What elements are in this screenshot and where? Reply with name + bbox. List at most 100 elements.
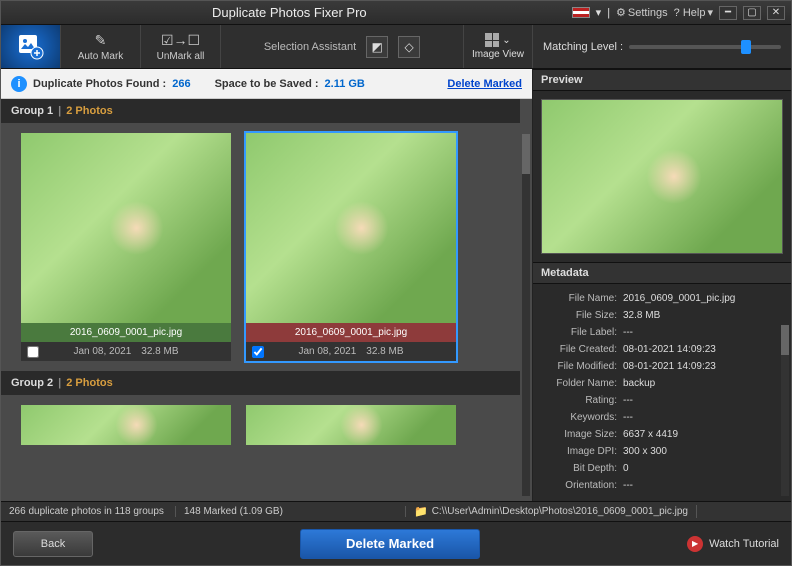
delete-marked-button[interactable]: Delete Marked xyxy=(300,529,480,559)
gear-icon: ⚙ xyxy=(616,6,626,19)
metadata-value: backup xyxy=(623,378,655,389)
metadata-value: 0 xyxy=(623,463,629,474)
metadata-key: Keywords: xyxy=(543,412,623,423)
maximize-button[interactable]: ▢ xyxy=(743,6,761,20)
metadata-row: Image Size:6637 x 4419 xyxy=(543,426,781,443)
metadata-key: Rating: xyxy=(543,395,623,406)
space-value: 2.11 GB xyxy=(325,78,365,90)
matching-level-area: Matching Level : xyxy=(533,25,791,68)
metadata-value: 32.8 MB xyxy=(623,310,660,321)
tutorial-label: Watch Tutorial xyxy=(709,538,779,550)
vertical-scrollbar[interactable] xyxy=(522,134,530,496)
metadata-key: File Name: xyxy=(543,293,623,304)
photo-size: 32.8 MB xyxy=(366,346,403,357)
metadata-header: Metadata xyxy=(533,262,791,284)
metadata-key: Orientation: xyxy=(543,480,623,491)
group-count: 2 Photos xyxy=(66,105,112,117)
found-count: 266 xyxy=(172,78,190,90)
photo-thumbnail[interactable] xyxy=(246,133,456,323)
separator: | xyxy=(607,7,610,19)
toolbar: ✎ Auto Mark ☑→☐ UnMark all Selection Ass… xyxy=(1,25,791,69)
close-button[interactable]: ✕ xyxy=(767,6,785,20)
matching-level-slider[interactable] xyxy=(629,45,781,49)
filename-label: 2016_0609_0001_pic.jpg xyxy=(246,323,456,342)
app-logo-icon xyxy=(1,25,61,68)
metadata-value: --- xyxy=(623,395,633,406)
metadata-scrollbar[interactable] xyxy=(781,325,789,496)
photo-row xyxy=(1,395,520,455)
photo-thumbnail[interactable] xyxy=(21,133,231,323)
group-header-2: Group 2 | 2 Photos xyxy=(1,371,520,395)
scrollbar-thumb[interactable] xyxy=(522,134,530,174)
photo-card[interactable] xyxy=(21,405,231,445)
metadata-value: --- xyxy=(623,327,633,338)
folder-icon: 📁 xyxy=(414,505,428,518)
status-path-text: C:\\User\Admin\Desktop\Photos\2016_0609_… xyxy=(432,506,688,517)
metadata-row: File Label:--- xyxy=(543,324,781,341)
delete-marked-link[interactable]: Delete Marked xyxy=(447,78,522,90)
photo-card[interactable]: 2016_0609_0001_pic.jpg Jan 08, 2021 32.8… xyxy=(246,133,456,361)
photo-thumbnail[interactable] xyxy=(21,405,231,445)
metadata-key: Folder Name: xyxy=(543,378,623,389)
play-icon: ▶ xyxy=(687,536,703,552)
status-summary: 266 duplicate photos in 118 groups xyxy=(1,506,176,517)
metadata-value: --- xyxy=(623,480,633,491)
status-path: 📁 C:\\User\Admin\Desktop\Photos\2016_060… xyxy=(406,505,697,518)
metadata-key: Image DPI: xyxy=(543,446,623,457)
metadata-value: 300 x 300 xyxy=(623,446,667,457)
metadata-row: Rating:--- xyxy=(543,392,781,409)
selection-mode-2-button[interactable]: ◇ xyxy=(398,36,420,58)
mark-checkbox[interactable] xyxy=(252,346,264,358)
metadata-value: --- xyxy=(623,412,633,423)
photo-info-bar: Jan 08, 2021 32.8 MB xyxy=(246,342,456,361)
image-view-button[interactable]: ⌄ Image View xyxy=(463,25,533,68)
flag-dropdown-icon[interactable]: ▾ xyxy=(596,6,602,19)
group-title: Group 1 xyxy=(11,105,53,117)
metadata-value: 2016_0609_0001_pic.jpg xyxy=(623,293,735,304)
metadata-key: File Size: xyxy=(543,310,623,321)
bottom-bar: Back Delete Marked ▶ Watch Tutorial xyxy=(1,521,791,565)
metadata-key: File Modified: xyxy=(543,361,623,372)
minimize-button[interactable]: ━ xyxy=(719,6,737,20)
app-title: Duplicate Photos Fixer Pro xyxy=(7,5,572,20)
language-flag-icon[interactable] xyxy=(572,7,590,18)
space-label: Space to be Saved : xyxy=(215,78,319,90)
metadata-value: 08-01-2021 14:09:23 xyxy=(623,361,716,372)
filename-label: 2016_0609_0001_pic.jpg xyxy=(21,323,231,342)
matching-level-label: Matching Level : xyxy=(543,41,623,53)
slider-thumb[interactable] xyxy=(741,40,751,54)
mark-checkbox[interactable] xyxy=(27,346,39,358)
selection-mode-1-button[interactable]: ◩ xyxy=(366,36,388,58)
results-pane: i Duplicate Photos Found : 266 Space to … xyxy=(1,69,533,501)
metadata-row: Bit Depth:0 xyxy=(543,460,781,477)
auto-mark-button[interactable]: ✎ Auto Mark xyxy=(61,25,141,68)
group-title: Group 2 xyxy=(11,377,53,389)
chevron-down-icon: ⌄ xyxy=(502,35,510,46)
wand-icon: ✎ xyxy=(95,32,107,49)
watch-tutorial-button[interactable]: ▶ Watch Tutorial xyxy=(687,536,779,552)
metadata-row: File Name:2016_0609_0001_pic.jpg xyxy=(543,290,781,307)
info-icon: i xyxy=(11,76,27,92)
scrollbar-thumb[interactable] xyxy=(781,325,789,355)
unmark-all-button[interactable]: ☑→☐ UnMark all xyxy=(141,25,221,68)
status-bar: 266 duplicate photos in 118 groups 148 M… xyxy=(1,501,791,521)
back-button[interactable]: Back xyxy=(13,531,93,557)
status-marked: 148 Marked (1.09 GB) xyxy=(176,506,406,517)
settings-link[interactable]: ⚙Settings xyxy=(616,6,668,19)
auto-mark-label: Auto Mark xyxy=(78,51,124,62)
photo-date: Jan 08, 2021 xyxy=(73,346,131,357)
metadata-key: Image Size: xyxy=(543,429,623,440)
metadata-row: Folder Name:backup xyxy=(543,375,781,392)
groups-scroll-area: Group 1 | 2 Photos 2016_0609_0001_pic.jp… xyxy=(1,99,532,501)
metadata-key: File Created: xyxy=(543,344,623,355)
help-link[interactable]: ? Help▾ xyxy=(674,6,713,19)
metadata-row: Image DPI:300 x 300 xyxy=(543,443,781,460)
photo-card[interactable] xyxy=(246,405,456,445)
photo-thumbnail[interactable] xyxy=(246,405,456,445)
stats-bar: i Duplicate Photos Found : 266 Space to … xyxy=(1,69,532,99)
metadata-body: File Name:2016_0609_0001_pic.jpgFile Siz… xyxy=(533,284,791,501)
grid-icon xyxy=(485,33,499,47)
metadata-row: Orientation:--- xyxy=(543,477,781,494)
photo-card[interactable]: 2016_0609_0001_pic.jpg Jan 08, 2021 32.8… xyxy=(21,133,231,361)
group-header-1: Group 1 | 2 Photos xyxy=(1,99,520,123)
